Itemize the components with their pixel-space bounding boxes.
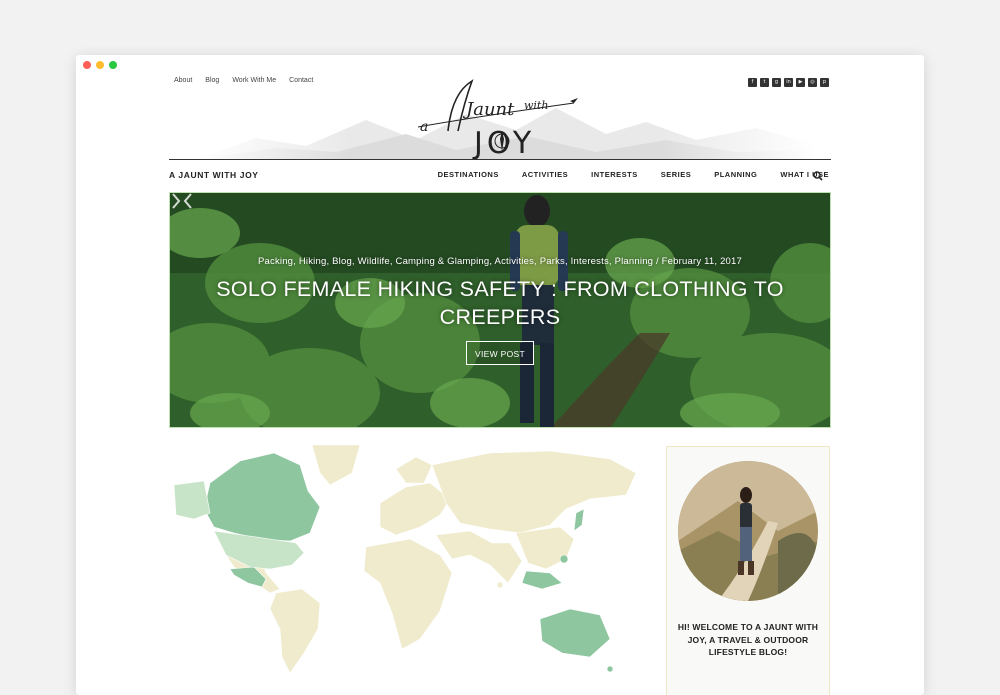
topnav-about[interactable]: About — [174, 77, 192, 84]
browser-window: About Blog Work With Me Contact a Jaunt … — [76, 55, 924, 695]
hero-title[interactable]: SOLO FEMALE HIKING SAFETY : FROM CLOTHIN… — [170, 275, 830, 331]
prev-arrow-icon[interactable] — [182, 193, 194, 209]
linkedin-icon[interactable]: in — [784, 78, 793, 87]
hero-categories[interactable]: Packing, Hiking, Blog, Wildlife, Camping… — [170, 256, 830, 267]
hero-slider: Packing, Hiking, Blog, Wildlife, Camping… — [169, 192, 831, 428]
about-sidebar: HI! WELCOME TO A JAUNT WITH JOY, A TRAVE… — [666, 446, 830, 695]
facebook-icon[interactable]: f — [748, 78, 757, 87]
top-nav: About Blog Work With Me Contact — [174, 77, 313, 84]
nav-destinations[interactable]: DESTINATIONS — [438, 170, 499, 179]
minimize-window-button[interactable] — [96, 61, 104, 69]
nav-activities[interactable]: ACTIVITIES — [522, 170, 568, 179]
map-greenland — [311, 444, 361, 486]
nav-series[interactable]: SERIES — [661, 170, 692, 179]
google-plus-icon[interactable]: g — [772, 78, 781, 87]
search-icon[interactable] — [813, 171, 823, 181]
nav-interests[interactable]: INTERESTS — [591, 170, 638, 179]
brand-name[interactable]: A JAUNT WITH JOY — [169, 170, 259, 180]
logo-text-with: with — [524, 99, 548, 112]
topnav-contact[interactable]: Contact — [289, 77, 313, 84]
pinterest-icon[interactable]: p — [820, 78, 829, 87]
youtube-icon[interactable]: ▶ — [796, 78, 805, 87]
welcome-text: HI! WELCOME TO A JAUNT WITH JOY, A TRAVE… — [677, 622, 819, 657]
topnav-work-with-me[interactable]: Work With Me — [232, 77, 276, 84]
close-window-button[interactable] — [83, 61, 91, 69]
next-arrow-icon[interactable] — [170, 193, 182, 209]
world-map[interactable] — [170, 443, 640, 675]
instagram-icon[interactable]: ◎ — [808, 78, 817, 87]
logo-text-joy: JOY — [472, 126, 535, 159]
view-post-button[interactable]: VIEW POST — [466, 341, 534, 365]
maximize-window-button[interactable] — [109, 61, 117, 69]
social-icons: f t g in ▶ ◎ p — [748, 78, 829, 87]
site-logo[interactable]: a Jaunt with JOY — [414, 73, 584, 159]
logo-text-a: a — [420, 119, 428, 135]
logo-text-jaunt: Jaunt — [462, 99, 515, 120]
author-avatar — [678, 461, 818, 601]
twitter-icon[interactable]: t — [760, 78, 769, 87]
topnav-blog[interactable]: Blog — [205, 77, 219, 84]
header-divider — [169, 159, 831, 160]
main-nav: DESTINATIONS ACTIVITIES INTERESTS SERIES… — [438, 170, 829, 179]
nav-planning[interactable]: PLANNING — [714, 170, 757, 179]
window-controls — [83, 61, 117, 69]
